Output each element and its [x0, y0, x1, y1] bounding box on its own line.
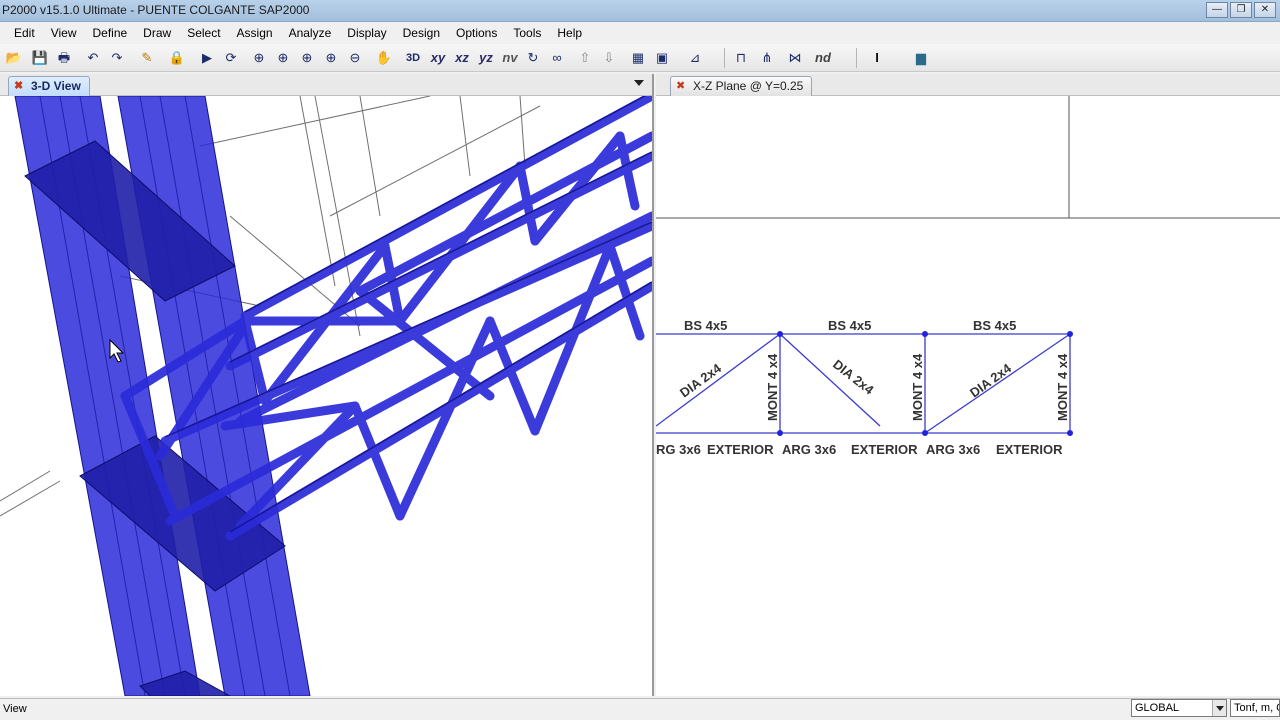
- menu-analyze[interactable]: Analyze: [281, 26, 340, 40]
- view-options-icon[interactable]: ▦: [628, 48, 648, 68]
- xz-view-icon[interactable]: xz: [452, 48, 472, 68]
- menu-edit[interactable]: Edit: [6, 26, 43, 40]
- toolbar-separator: [856, 48, 857, 68]
- section-icon[interactable]: I: [866, 48, 888, 68]
- lock-icon[interactable]: 🔒: [168, 48, 186, 68]
- rotate-3d-icon[interactable]: ↻: [524, 48, 542, 68]
- window-controls: — ❐ ✕: [1206, 2, 1276, 18]
- top-chord-label: BS 4x5: [973, 318, 1016, 333]
- vertical-label: MONT 4 x4: [910, 353, 925, 421]
- menu-help[interactable]: Help: [549, 26, 590, 40]
- menu-options[interactable]: Options: [448, 26, 505, 40]
- undo-icon[interactable]: ↶: [84, 48, 102, 68]
- status-text: View: [3, 703, 27, 715]
- redo-icon[interactable]: ↷: [108, 48, 126, 68]
- left-tab-strip: ✖ 3-D View: [0, 74, 652, 96]
- menu-bar: Edit View Define Draw Select Assign Anal…: [0, 22, 1280, 44]
- tab-xz-plane[interactable]: ✖ X-Z Plane @ Y=0.25: [670, 76, 813, 96]
- view-icon: ✖: [14, 80, 24, 92]
- perspective-icon[interactable]: ∞: [548, 48, 566, 68]
- bottom-chord-label: EXTERIOR: [707, 442, 774, 457]
- draw-frame-icon[interactable]: ⋔: [756, 48, 778, 68]
- units-value: Tonf, m, C: [1234, 702, 1280, 714]
- move-up-icon[interactable]: ⇧: [576, 48, 594, 68]
- tab-3d-view-label: 3-D View: [31, 79, 81, 93]
- vertical-label: MONT 4 x4: [1055, 353, 1070, 421]
- move-down-icon[interactable]: ⇩: [600, 48, 618, 68]
- menu-tools[interactable]: Tools: [505, 26, 549, 40]
- refresh-icon[interactable]: ⟳: [222, 48, 240, 68]
- minimize-button[interactable]: —: [1206, 2, 1228, 18]
- coordinate-system-select[interactable]: GLOBAL: [1131, 699, 1227, 717]
- units-select[interactable]: Tonf, m, C: [1230, 699, 1280, 717]
- zoom-out-icon[interactable]: ⊖: [346, 48, 364, 68]
- display-icon[interactable]: ▣: [652, 48, 672, 68]
- menu-define[interactable]: Define: [84, 26, 135, 40]
- menu-select[interactable]: Select: [179, 26, 228, 40]
- xz-plane-panel[interactable]: ✖ X-Z Plane @ Y=0.25 BS 4x5 BS 4x5 BS 4x…: [656, 74, 1280, 696]
- bottom-chord-label: ARG 3x6: [782, 442, 836, 457]
- menu-draw[interactable]: Draw: [135, 26, 179, 40]
- 3d-model-canvas[interactable]: [0, 96, 652, 696]
- menu-display[interactable]: Display: [339, 26, 394, 40]
- node-icon[interactable]: nd: [812, 48, 834, 68]
- sap2000-window: P2000 v15.1.0 Ultimate - PUENTE COLGANTE…: [0, 0, 1280, 720]
- pan-icon[interactable]: ✋: [374, 48, 394, 68]
- bottom-chord-label: RG 3x6: [656, 442, 701, 457]
- xz-plane-canvas[interactable]: BS 4x5 BS 4x5 BS 4x5 DIA 2x4 DIA 2x4 DIA…: [656, 96, 1280, 696]
- menu-design[interactable]: Design: [395, 26, 448, 40]
- menu-view[interactable]: View: [43, 26, 85, 40]
- frame-grid-lines: [656, 96, 1280, 219]
- toolbar-separator: [724, 48, 725, 68]
- zoom-previous-icon[interactable]: ⊕: [298, 48, 316, 68]
- diagonal-label: DIA 2x4: [967, 360, 1015, 400]
- zoom-in-icon[interactable]: ⊕: [322, 48, 340, 68]
- view-icon: ✖: [676, 80, 686, 92]
- title-bar: P2000 v15.1.0 Ultimate - PUENTE COLGANTE…: [0, 0, 1280, 22]
- draw-cable-icon[interactable]: ⋈: [782, 48, 808, 68]
- open-icon[interactable]: 📂: [4, 48, 24, 68]
- save-icon[interactable]: 💾: [30, 48, 50, 68]
- diagonal-label: DIA 2x4: [830, 357, 877, 398]
- close-button[interactable]: ✕: [1254, 2, 1276, 18]
- main-toolbar: 📂 💾 🖶 ↶ ↷ ✎ 🔒 ▶ ⟳ ⊕ ⊕ ⊕ ⊕ ⊖ ✋ 3D xy xz y…: [0, 44, 1280, 72]
- 3d-view-icon[interactable]: 3D: [402, 48, 424, 68]
- chevron-down-icon[interactable]: [634, 80, 644, 86]
- window-title: P2000 v15.1.0 Ultimate - PUENTE COLGANTE…: [2, 3, 310, 17]
- chevron-down-icon[interactable]: [1212, 700, 1226, 716]
- nv-view-icon[interactable]: nv: [500, 48, 520, 68]
- pencil-icon[interactable]: ✎: [138, 48, 156, 68]
- xy-view-icon[interactable]: xy: [428, 48, 448, 68]
- tab-xz-plane-label: X-Z Plane @ Y=0.25: [693, 79, 804, 93]
- yz-view-icon[interactable]: yz: [476, 48, 496, 68]
- tab-3d-view[interactable]: ✖ 3-D View: [8, 76, 90, 96]
- zoom-extents-icon[interactable]: ⊕: [274, 48, 292, 68]
- coordinate-system-value: GLOBAL: [1135, 702, 1180, 714]
- run-icon[interactable]: ▶: [198, 48, 216, 68]
- frame-icon[interactable]: ⊓: [732, 48, 750, 68]
- top-chord-label: BS 4x5: [828, 318, 871, 333]
- vertical-label: MONT 4 x4: [765, 353, 780, 421]
- bottom-chord-label: EXTERIOR: [851, 442, 918, 457]
- restore-button[interactable]: ❐: [1230, 2, 1252, 18]
- zoom-window-icon[interactable]: ⊕: [250, 48, 268, 68]
- status-bar: View GLOBAL Tonf, m, C: [0, 698, 1280, 720]
- color-icon[interactable]: ▆: [908, 48, 934, 68]
- menu-assign[interactable]: Assign: [229, 26, 281, 40]
- bottom-chord-label: EXTERIOR: [996, 442, 1063, 457]
- bottom-chord-label: ARG 3x6: [926, 442, 980, 457]
- right-tab-strip: ✖ X-Z Plane @ Y=0.25: [656, 74, 1280, 96]
- snap-icon[interactable]: ⊿: [680, 48, 710, 68]
- print-icon[interactable]: 🖶: [54, 48, 74, 68]
- top-chord-label: BS 4x5: [684, 318, 727, 333]
- 3d-view-panel[interactable]: ✖ 3-D View: [0, 74, 654, 696]
